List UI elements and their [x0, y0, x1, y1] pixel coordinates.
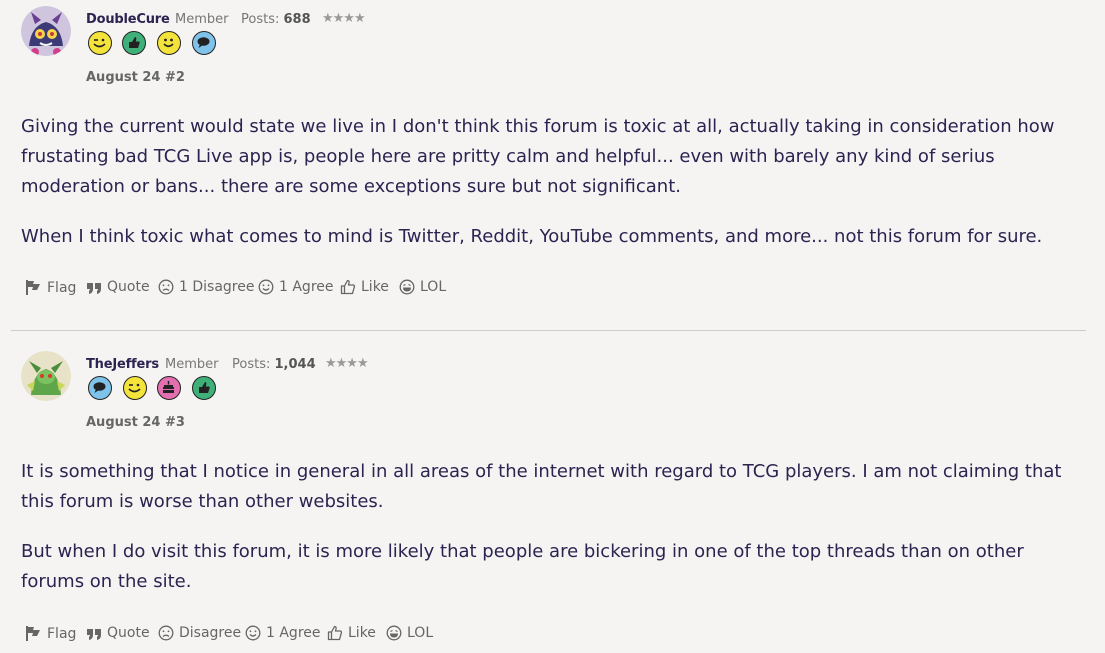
post-date[interactable]: August 24 [86, 70, 160, 85]
disagree-button[interactable]: Disagree [158, 625, 241, 641]
rank-stars: ★★★★ [322, 11, 366, 26]
post-count: Posts: 1,044 [232, 357, 316, 372]
quote-label: Quote [107, 279, 150, 295]
agree-label: 1 Agree [279, 279, 334, 295]
disagree-icon [158, 279, 174, 295]
lol-label: LOL [420, 279, 447, 295]
like-button[interactable]: Like [340, 279, 389, 295]
like-icon [340, 279, 356, 295]
post-number[interactable]: #2 [165, 70, 185, 85]
quote-button[interactable]: Quote [86, 279, 150, 295]
cake-badge-icon[interactable] [157, 376, 181, 400]
post-date[interactable]: August 24 [86, 415, 160, 430]
quote-icon [87, 283, 101, 294]
post-divider [11, 330, 1086, 331]
speech-bubble-badge-icon[interactable] [192, 31, 216, 55]
avatar[interactable] [21, 351, 71, 401]
lol-icon [386, 625, 402, 641]
speech-bubble-badge-icon[interactable] [88, 376, 112, 400]
user-role: Member [175, 12, 229, 27]
thumbs-up-badge-icon[interactable] [192, 376, 216, 400]
agree-label: 1 Agree [266, 625, 321, 641]
wink-badge-icon[interactable] [88, 31, 112, 55]
like-icon [327, 625, 343, 641]
username[interactable]: DoubleCure [86, 12, 170, 27]
post-paragraph: But when I do visit this forum, it is mo… [21, 541, 1024, 592]
flag-icon [26, 626, 40, 641]
lol-label: LOL [407, 625, 434, 641]
lol-button[interactable]: LOL [399, 279, 446, 295]
disagree-label: 1 Disagree [179, 279, 255, 295]
agree-icon [245, 625, 261, 641]
like-label: Like [361, 279, 389, 295]
flag-label: Flag [47, 625, 77, 642]
flag-icon [26, 280, 40, 295]
quote-icon [87, 629, 101, 640]
flag-label: Flag [47, 279, 77, 296]
lol-button[interactable]: LOL [386, 625, 433, 641]
flag-button[interactable]: Flag [25, 625, 76, 642]
like-label: Like [348, 625, 376, 641]
avatar[interactable] [21, 6, 71, 56]
quote-label: Quote [107, 625, 150, 641]
thumbs-up-badge-icon[interactable] [122, 31, 146, 55]
post-paragraph: Giving the current would state we live i… [21, 116, 1055, 197]
post-body: Giving the current would state we live i… [21, 112, 1081, 272]
rank-stars: ★★★★ [325, 356, 369, 371]
post-paragraph: It is something that I notice in general… [21, 461, 1062, 512]
disagree-button[interactable]: 1 Disagree [158, 279, 254, 295]
quote-button[interactable]: Quote [86, 625, 150, 641]
post-count: Posts: 688 [241, 12, 311, 27]
post-body: It is something that I notice in general… [21, 457, 1081, 617]
disagree-icon [158, 625, 174, 641]
user-role: Member [165, 357, 219, 372]
post-paragraph: When I think toxic what comes to mind is… [21, 226, 1043, 247]
like-button[interactable]: Like [327, 625, 376, 641]
username[interactable]: TheJeffers [86, 357, 159, 372]
flag-button[interactable]: Flag [25, 279, 76, 296]
agree-icon [258, 279, 274, 295]
post-number[interactable]: #3 [165, 415, 185, 430]
agree-button[interactable]: 1 Agree [258, 279, 334, 295]
smile-badge-icon[interactable] [157, 31, 181, 55]
lol-icon [399, 279, 415, 295]
disagree-label: Disagree [179, 625, 242, 641]
wink-badge-icon[interactable] [123, 376, 147, 400]
agree-button[interactable]: 1 Agree [245, 625, 321, 641]
